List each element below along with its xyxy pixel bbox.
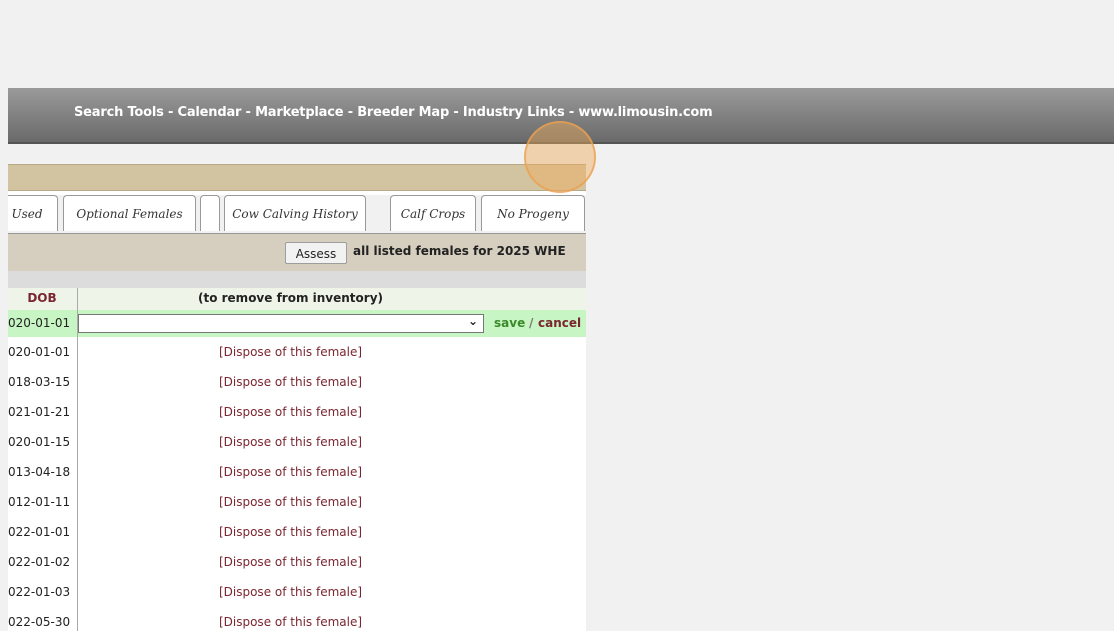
dispose-female-link[interactable]: [Dispose of this female] [78,375,503,389]
table-row: 021-01-21 [Dispose of this female] [8,398,586,428]
edit-row-dob: 020-01-01 [8,316,71,330]
tab-bar: Used Optional Females Cow Calving Histor… [8,195,586,233]
inventory-panel: Used Optional Females Cow Calving Histor… [8,164,586,631]
table-row: 022-01-01 [Dispose of this female] [8,518,586,548]
table-row: 022-05-30 [Dispose of this female] [8,608,586,631]
panel-title-bar [8,164,586,191]
save-link[interactable]: save [494,316,525,330]
edit-row: 020-01-01 ⌄ save / cancel [8,310,586,337]
dispose-female-link[interactable]: [Dispose of this female] [78,585,503,599]
assess-description: all listed females for 2025 WHE [353,244,566,258]
save-cancel-separator: / [529,316,534,330]
table-row: 013-04-18 [Dispose of this female] [8,458,586,488]
tab-calf-crops[interactable]: Calf Crops [390,195,476,231]
dispose-female-link[interactable]: [Dispose of this female] [78,495,503,509]
row-dob: 022-01-01 [8,525,71,539]
disposal-reason-select[interactable]: ⌄ [78,314,484,333]
dispose-female-link[interactable]: [Dispose of this female] [78,525,503,539]
dispose-female-link[interactable]: [Dispose of this female] [78,615,503,629]
row-dob: 020-01-01 [8,345,71,359]
row-dob: 020-01-15 [8,435,71,449]
remove-column-header: (to remove from inventory) [197,291,383,305]
row-dob: 018-03-15 [8,375,71,389]
chevron-down-icon: ⌄ [467,314,478,328]
table-header-row: DOB (to remove from inventory) [8,288,586,310]
dispose-female-link[interactable]: [Dispose of this female] [78,435,503,449]
row-dob: 021-01-21 [8,405,71,419]
top-nav-links[interactable]: Search Tools - Calendar - Marketplace - … [74,105,713,120]
dispose-female-link[interactable]: [Dispose of this female] [78,405,503,419]
separator-strip [8,271,586,288]
tab-cow-calving-history[interactable]: Cow Calving History [224,195,366,231]
row-dob: 022-05-30 [8,615,71,629]
table-row: 018-03-15 [Dispose of this female] [8,368,586,398]
assess-bar: Assess all listed females for 2025 WHE [8,234,586,271]
dispose-female-link[interactable]: [Dispose of this female] [78,555,503,569]
tab-optional-females[interactable]: Optional Females [63,195,196,231]
row-dob: 013-04-18 [8,465,71,479]
row-dob: 022-01-02 [8,555,71,569]
table-row: 020-01-01 [Dispose of this female] [8,338,586,368]
column-divider [77,288,78,631]
dispose-female-link[interactable]: [Dispose of this female] [78,465,503,479]
row-dob: 012-01-11 [8,495,71,509]
click-highlight [524,121,596,193]
dob-column-header: DOB [27,291,57,305]
table-row: 012-01-11 [Dispose of this female] [8,488,586,518]
table-row: 022-01-02 [Dispose of this female] [8,548,586,578]
dispose-female-link[interactable]: [Dispose of this female] [78,345,503,359]
row-dob: 022-01-03 [8,585,71,599]
tab-blank[interactable] [200,195,220,231]
table-row: 020-01-15 [Dispose of this female] [8,428,586,458]
table-row: 022-01-03 [Dispose of this female] [8,578,586,608]
tab-no-progeny[interactable]: No Progeny [481,195,585,231]
assess-button[interactable]: Assess [285,242,347,264]
tab-used[interactable]: Used [8,195,58,231]
cancel-link[interactable]: cancel [538,316,581,330]
